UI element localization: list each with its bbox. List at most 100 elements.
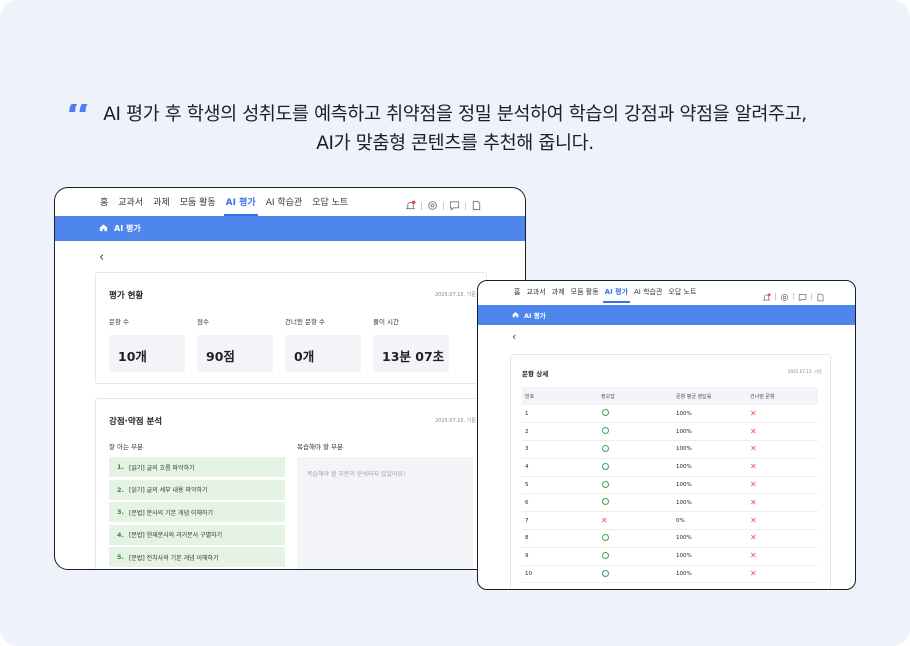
detail-table: 번호 정오답 문항 평균 정답률 건너뛴 문항 1 100% ✕ 2 100% ✕ 3 100… bbox=[522, 387, 818, 584]
quote-mark-icon: “ bbox=[66, 104, 93, 132]
row-correctness: ✕ bbox=[598, 511, 673, 531]
back-arrow-icon[interactable]: ‹ bbox=[512, 330, 516, 343]
nav-item-group-activity[interactable]: 모둠 활동 bbox=[180, 195, 216, 208]
row-number: 2 bbox=[522, 422, 598, 442]
strong-label: 잘 아는 부분 bbox=[109, 443, 144, 451]
correct-circle-icon bbox=[602, 409, 609, 417]
headline: “ AI 평가 후 학생의 성취도를 예측하고 취약점을 정밀 분석하여 학습의… bbox=[0, 100, 910, 158]
row-average-rate: 100% bbox=[673, 405, 747, 424]
stat-label: 건너뛴 문항 수 bbox=[285, 318, 326, 326]
correct-circle-icon bbox=[602, 569, 609, 577]
top-nav: 홈 교과서 과제 모둠 활동 AI 평가 AI 학습관 오답 노트 bbox=[55, 188, 525, 216]
nav-item-home[interactable]: 홈 bbox=[100, 195, 108, 208]
nav-item-ai-learning[interactable]: AI 학습관 bbox=[266, 195, 303, 208]
section-bar: AI 평가 bbox=[478, 305, 855, 325]
nav-item-home[interactable]: 홈 bbox=[514, 287, 520, 297]
item-text: [읽기] 글의 세부 내용 파악하기 bbox=[129, 487, 208, 495]
settings-icon[interactable] bbox=[780, 287, 789, 306]
row-correctness bbox=[598, 476, 673, 495]
item-number: 5. bbox=[117, 553, 124, 562]
stat-label: 점수 bbox=[197, 318, 209, 326]
nav-item-textbook[interactable]: 교과서 bbox=[526, 287, 545, 297]
row-average-rate: 100% bbox=[673, 529, 747, 548]
item-text: [문법] 분사의 기본 개념 이해하기 bbox=[129, 509, 214, 517]
nav-icons bbox=[405, 196, 482, 215]
analysis-card-title: 강점·약점 분석 bbox=[109, 417, 163, 427]
row-skipped: ✕ bbox=[747, 511, 818, 531]
row-average-rate: 0% bbox=[673, 511, 747, 531]
row-skipped: ✕ bbox=[747, 422, 818, 442]
row-number: 10 bbox=[522, 565, 598, 584]
correct-circle-icon bbox=[602, 462, 609, 470]
not-skipped-x-icon: ✕ bbox=[750, 480, 757, 490]
bell-icon[interactable] bbox=[405, 196, 416, 215]
table-row: 3 100% ✕ bbox=[522, 440, 818, 459]
top-nav: 홈 교과서 과제 모둠 활동 AI 평가 AI 학습관 오답 노트 bbox=[478, 281, 855, 303]
row-number: 6 bbox=[522, 493, 598, 513]
document-icon[interactable] bbox=[471, 196, 482, 215]
list-item: 1. [읽기] 글의 흐름 파악하기 bbox=[109, 457, 285, 477]
list-item: 3. [문법] 분사의 기본 개념 이해하기 bbox=[109, 502, 285, 523]
headline-line-1: AI 평가 후 학생의 성취도를 예측하고 취약점을 정밀 분석하여 학습의 강… bbox=[103, 104, 807, 125]
document-icon[interactable] bbox=[816, 287, 825, 306]
row-average-rate: 100% bbox=[673, 547, 747, 566]
nav-item-ai-evaluation[interactable]: AI 평가 bbox=[223, 195, 258, 216]
evaluation-window: 홈 교과서 과제 모둠 활동 AI 평가 AI 학습관 오답 노트 AI 평가 … bbox=[54, 187, 526, 570]
row-correctness bbox=[598, 547, 673, 566]
row-average-rate: 100% bbox=[673, 493, 747, 513]
nav-item-group-activity[interactable]: 모둠 활동 bbox=[571, 287, 599, 297]
stat-solve-time: 풀이 시간 13분 07초 bbox=[373, 316, 449, 372]
nav-item-wrong-answer-note[interactable]: 오답 노트 bbox=[668, 287, 696, 297]
stat-label: 문항 수 bbox=[109, 318, 130, 326]
home-icon bbox=[99, 223, 108, 234]
column-header: 문항 평균 정답률 bbox=[673, 387, 747, 405]
column-header: 정오답 bbox=[598, 387, 673, 405]
row-average-rate: 100% bbox=[673, 440, 747, 459]
nav-item-wrong-answer-note[interactable]: 오답 노트 bbox=[312, 195, 348, 208]
nav-item-ai-learning[interactable]: AI 학습관 bbox=[634, 287, 662, 297]
correct-circle-icon bbox=[602, 427, 609, 435]
item-number: 1. bbox=[117, 463, 124, 471]
list-item: 2. [읽기] 글의 세부 내용 파악하기 bbox=[109, 479, 285, 500]
row-correctness bbox=[598, 422, 673, 442]
row-number: 8 bbox=[522, 529, 598, 548]
list-item: 5. [문법] 전치사의 기본 개념 이해하기 bbox=[109, 547, 285, 568]
nav-item-ai-evaluation[interactable]: AI 평가 bbox=[602, 287, 631, 303]
row-number: 9 bbox=[522, 547, 598, 566]
section-bar: AI 평가 bbox=[55, 216, 525, 241]
not-skipped-x-icon: ✕ bbox=[750, 462, 757, 472]
table-row: 5 100% ✕ bbox=[522, 476, 818, 495]
chat-icon[interactable] bbox=[449, 196, 460, 215]
settings-icon[interactable] bbox=[427, 196, 438, 215]
nav-item-assignment[interactable]: 과제 bbox=[552, 287, 565, 297]
row-correctness bbox=[598, 405, 673, 424]
correct-circle-icon bbox=[602, 533, 609, 541]
detail-window: 홈 교과서 과제 모둠 활동 AI 평가 AI 학습관 오답 노트 AI 평가 … bbox=[477, 280, 856, 590]
not-skipped-x-icon: ✕ bbox=[750, 408, 757, 418]
table-row: 6 100% ✕ bbox=[522, 493, 818, 513]
divider bbox=[775, 293, 776, 300]
bell-icon[interactable] bbox=[762, 287, 771, 306]
row-average-rate: 100% bbox=[673, 565, 747, 584]
detail-table-body: 1 100% ✕ 2 100% ✕ 3 100% ✕ 4 100% ✕ 5 100% ✕ 6 100% ✕ 7 ✕ 0%… bbox=[522, 405, 818, 584]
nav-icons bbox=[762, 287, 825, 306]
stat-value: 90점 bbox=[197, 335, 273, 372]
chat-icon[interactable] bbox=[798, 287, 807, 306]
divider bbox=[465, 201, 466, 210]
nav-item-assignment[interactable]: 과제 bbox=[153, 195, 170, 208]
detail-card-date: 2025.07.15. 기준 bbox=[787, 369, 822, 374]
status-card: 평가 현황 2025.07.15. 기준 문항 수 10개 점수 90점 건너뛴… bbox=[95, 272, 487, 384]
nav-item-textbook[interactable]: 교과서 bbox=[118, 195, 143, 208]
not-skipped-x-icon: ✕ bbox=[750, 444, 757, 454]
row-skipped: ✕ bbox=[747, 493, 818, 513]
row-number: 3 bbox=[522, 440, 598, 459]
row-number: 5 bbox=[522, 476, 598, 495]
wrong-x-icon: ✕ bbox=[601, 515, 608, 525]
stat-label: 풀이 시간 bbox=[373, 318, 399, 326]
section-title: AI 평가 bbox=[524, 312, 546, 320]
status-card-date: 2025.07.15. 기준 bbox=[434, 292, 476, 298]
row-average-rate: 100% bbox=[673, 458, 747, 477]
weak-label: 복습해야 할 부분 bbox=[297, 443, 343, 451]
table-row: 10 100% ✕ bbox=[522, 565, 818, 584]
back-arrow-icon[interactable]: ‹ bbox=[99, 250, 104, 265]
